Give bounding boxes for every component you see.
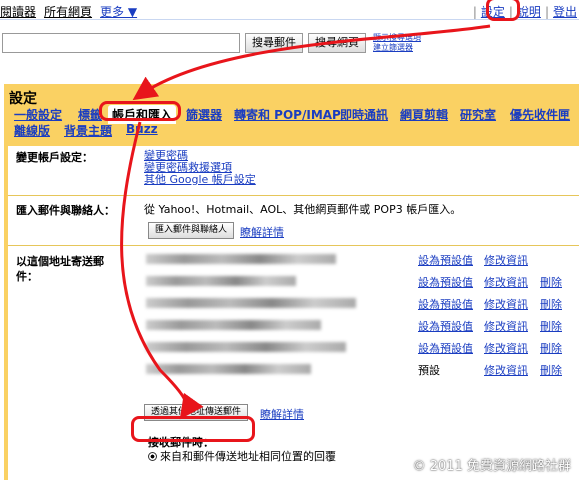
address-row: 設為預設值 修改資訊 [144,252,569,268]
import-learn-more-link[interactable]: 瞭解詳情 [240,224,284,240]
top-link-reader[interactable]: 閱讀器 [0,3,36,20]
show-search-options-link[interactable]: 顯示搜尋選項 [373,33,421,43]
address-row: 設為預設值 修改資訊 刪除 [144,274,569,290]
send-as-label-line1: 以這個地址寄送郵 [16,255,104,268]
tab-priority-inbox[interactable]: 優先收件匣 [510,106,570,123]
tab-chat[interactable]: 即時通訊 [340,106,388,123]
change-account-links: 變更密碼 變更密碼救援選項 其他 Google 帳戶設定 [144,150,256,186]
edit-info-link[interactable]: 修改資訊 [484,340,528,356]
redacted-address [146,320,321,330]
tab-general[interactable]: 一般設定 [14,106,62,123]
top-links-left: 閱讀器 所有網頁 更多 ▼ [0,3,137,20]
send-as-section: 以這個地址寄送郵 件： 設為預設值 修改資訊 設為預設值 修改資訊 刪除 設為預… [8,246,579,480]
edit-info-link[interactable]: 修改資訊 [484,296,528,312]
redacted-address [146,254,336,264]
tab-labs[interactable]: 研究室 [460,106,496,123]
import-section: 匯入郵件與聯絡人： 從 Yahoo!、Hotmail、AOL、其他網頁郵件或 P… [8,196,579,246]
address-row: 設為預設值 修改資訊 刪除 [144,340,569,356]
set-default-link[interactable]: 設為預設值 [418,274,473,290]
set-default-link[interactable]: 設為預設值 [418,340,473,356]
send-as-learn-more-link[interactable]: 瞭解詳情 [260,406,304,422]
send-as-label-line2: 件： [16,270,38,283]
other-google-settings-link[interactable]: 其他 Google 帳戶設定 [144,174,256,186]
top-navigation-bar: 閱讀器 所有網頁 更多 ▼ | 設定 | 說明 | 登出 [0,0,579,20]
edit-info-link[interactable]: 修改資訊 [484,274,528,290]
import-description: 從 Yahoo!、Hotmail、AOL、其他網頁郵件或 POP3 帳戶匯入。 [144,203,462,216]
address-row: 設為預設值 修改資訊 刪除 [144,296,569,312]
create-filter-link[interactable]: 建立篩選器 [373,43,421,53]
import-mail-contacts-button[interactable]: 匯入郵件與聯絡人 [148,222,235,239]
delete-link[interactable]: 刪除 [540,340,562,356]
send-as-label: 以這個地址寄送郵 件： [16,254,104,284]
delete-link[interactable]: 刪除 [540,296,562,312]
settings-content: 變更帳戶設定： 變更密碼 變更密碼救援選項 其他 Google 帳戶設定 匯入郵… [8,146,579,480]
redacted-address [146,276,296,286]
address-row: 設為預設值 修改資訊 刪除 [144,318,569,334]
separator: | [472,4,477,19]
search-bar: 搜尋郵件 搜尋網頁 顯示搜尋選項 建立篩選器 [0,33,579,55]
redacted-address [146,364,311,374]
edit-info-link[interactable]: 修改資訊 [484,362,528,378]
tab-forwarding-pop-imap[interactable]: 轉寄和 POP/IMAP [234,106,341,123]
reply-radio[interactable] [148,451,157,461]
redacted-address [146,342,346,352]
tab-filters[interactable]: 篩選器 [186,106,222,123]
search-options: 顯示搜尋選項 建立篩選器 [373,33,421,53]
signout-link[interactable]: 登出 [553,3,577,20]
delete-link[interactable]: 刪除 [540,318,562,334]
change-account-section: 變更帳戶設定： 變更密碼 變更密碼救援選項 其他 Google 帳戶設定 [8,146,579,196]
default-label: 預設 [418,364,440,377]
top-links-right: | 設定 | 說明 | 登出 [473,3,577,20]
delete-link[interactable]: 刪除 [540,274,562,290]
delete-link[interactable]: 刪除 [540,362,562,378]
settings-link[interactable]: 設定 [481,3,505,20]
add-send-as-address-button[interactable]: 透過其他地址傳送郵件 [144,404,249,421]
search-input[interactable] [2,33,240,53]
edit-info-link[interactable]: 修改資訊 [484,318,528,334]
reply-option: 來自和郵件傳送地址相同位置的回覆 [148,448,336,464]
separator: | [544,4,549,19]
import-label: 匯入郵件與聯絡人： [16,204,115,217]
tab-labels[interactable]: 標籤 [78,106,102,123]
page-title: 設定 [9,91,37,107]
tab-themes[interactable]: 背景主題 [64,122,112,139]
search-web-button[interactable]: 搜尋網頁 [308,33,366,53]
separator: | [508,4,513,19]
tab-offline[interactable]: 離線版 [14,122,50,139]
top-link-more[interactable]: 更多 ▼ [100,3,137,20]
edit-info-link[interactable]: 修改資訊 [484,252,528,268]
reply-option-label: 來自和郵件傳送地址相同位置的回覆 [160,450,336,463]
set-default-link[interactable]: 設為預設值 [418,296,473,312]
change-account-label: 變更帳戶設定： [16,151,93,164]
watermark: © 2011 免費資源網路社群 [412,459,571,474]
tab-web-clips[interactable]: 網頁剪輯 [400,106,448,123]
address-row: 預設 修改資訊 刪除 [144,362,569,378]
redacted-address [146,298,356,308]
set-default-link[interactable]: 設為預設值 [418,252,473,268]
top-link-all-web[interactable]: 所有網頁 [44,3,92,20]
settings-panel: 設定 一般設定 標籤 帳戶和匯入 篩選器 轉寄和 POP/IMAP 即時通訊 網… [4,84,579,480]
tab-buzz[interactable]: Buzz [126,122,158,136]
search-mail-button[interactable]: 搜尋郵件 [245,33,303,53]
set-default-link[interactable]: 設為預設值 [418,318,473,334]
help-link[interactable]: 說明 [517,3,541,20]
